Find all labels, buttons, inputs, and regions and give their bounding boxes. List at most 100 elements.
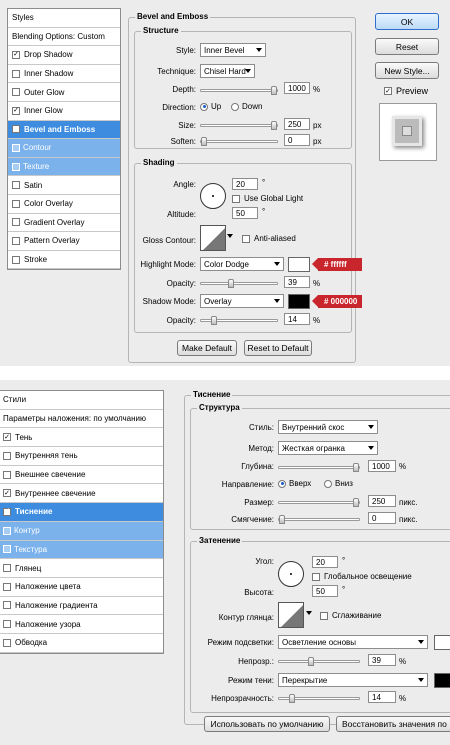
highlight-opacity-input-ru[interactable]: 39 (368, 654, 396, 666)
highlight-mode-select-ru[interactable]: Осветление основы (278, 635, 428, 649)
list-item[interactable]: Texture (8, 157, 120, 177)
checkbox[interactable] (12, 199, 20, 208)
list-item[interactable]: ✓ Внутреннее свечение (0, 484, 163, 504)
checkbox[interactable] (12, 181, 20, 190)
highlight-mode-select[interactable]: Color Dodge (200, 257, 284, 271)
list-item[interactable]: Outer Glow (8, 83, 120, 102)
radio-down-ru[interactable] (324, 479, 332, 488)
gloss-contour-preview[interactable] (200, 225, 226, 251)
list-item[interactable]: Обводка (0, 634, 163, 653)
list-item[interactable]: Контур (0, 521, 163, 541)
altitude-input[interactable]: 50 (232, 207, 258, 219)
list-item[interactable]: ✓ Тень (0, 428, 163, 448)
shadow-mode-select[interactable]: Overlay (200, 294, 284, 308)
checkbox[interactable] (3, 526, 11, 535)
checkbox[interactable] (3, 620, 11, 629)
hl-opacity-knob-ru[interactable] (308, 657, 314, 666)
depth-knob-ru[interactable] (353, 463, 359, 472)
ok-button[interactable]: OK (375, 13, 439, 30)
checkbox[interactable] (12, 143, 20, 152)
angle-input[interactable]: 20 (232, 178, 258, 190)
list-item[interactable]: ✓ Тиснение (0, 503, 163, 522)
checkbox[interactable] (12, 255, 20, 264)
list-item[interactable]: ✓ Bevel and Emboss (8, 120, 120, 140)
checkbox[interactable] (12, 218, 20, 227)
hl-opacity-knob[interactable] (228, 279, 234, 288)
direction-up-ru[interactable]: Вверх (278, 479, 311, 488)
highlight-opacity-slider[interactable] (200, 279, 278, 288)
list-item[interactable]: Gradient Overlay (8, 214, 120, 233)
direction-up[interactable]: Up (200, 102, 221, 111)
technique-select-ru[interactable]: Жесткая огранка (278, 441, 378, 455)
depth-slider[interactable] (200, 86, 278, 95)
gloss-dropdown[interactable] (225, 230, 233, 244)
styles-header-ru[interactable]: Стили (0, 391, 163, 410)
checkmark-icon[interactable]: ✓ (3, 433, 11, 442)
soften-slider-ru[interactable] (278, 515, 360, 524)
checkbox[interactable] (242, 234, 250, 243)
checkbox[interactable] (3, 545, 11, 554)
list-item[interactable]: Внутренняя тень (0, 447, 163, 466)
sh-opacity-knob-ru[interactable] (289, 694, 295, 703)
soften-knob-ru[interactable] (279, 515, 285, 524)
shadow-color-swatch-ru[interactable] (434, 673, 450, 688)
checkbox[interactable] (3, 564, 11, 573)
size-slider[interactable] (200, 121, 278, 130)
gloss-dropdown-ru[interactable] (304, 607, 312, 621)
gloss-contour-preview-ru[interactable] (278, 602, 304, 628)
list-item[interactable]: Stroke (8, 251, 120, 270)
make-default-button[interactable]: Make Default (177, 340, 237, 356)
angle-dial[interactable] (200, 183, 226, 209)
checkbox[interactable] (12, 69, 20, 78)
list-item[interactable]: Глянец (0, 559, 163, 578)
depth-slider-ru[interactable] (278, 463, 360, 472)
depth-input-ru[interactable]: 1000 (368, 460, 396, 472)
list-item[interactable]: Наложение узора (0, 615, 163, 634)
checkbox[interactable] (312, 572, 320, 581)
angle-input-ru[interactable]: 20 (312, 556, 338, 568)
list-item[interactable]: Blending Options: Custom (8, 28, 120, 47)
shadow-color-swatch[interactable] (288, 294, 310, 309)
checkmark-icon[interactable]: ✓ (12, 50, 20, 59)
sh-opacity-knob[interactable] (211, 316, 217, 325)
highlight-color-swatch[interactable] (288, 257, 310, 272)
new-style-button[interactable]: New Style... (375, 62, 439, 79)
highlight-opacity-input[interactable]: 39 (284, 276, 310, 288)
styles-header[interactable]: Styles (8, 9, 120, 28)
soften-input[interactable]: 0 (284, 134, 310, 146)
list-item[interactable]: Contour (8, 139, 120, 158)
direction-down-ru[interactable]: Вниз (324, 479, 353, 488)
size-slider-ru[interactable] (278, 498, 360, 507)
list-item[interactable]: Inner Shadow (8, 65, 120, 84)
checkbox[interactable] (3, 638, 11, 647)
checkmark-icon[interactable]: ✓ (12, 125, 20, 134)
list-item[interactable]: Pattern Overlay (8, 232, 120, 251)
shadow-opacity-slider[interactable] (200, 316, 278, 325)
global-light-checkbox[interactable]: Use Global Light (232, 194, 303, 203)
list-item[interactable]: ✓ Inner Glow (8, 102, 120, 121)
list-item[interactable]: Текстура (0, 540, 163, 560)
depth-knob[interactable] (271, 86, 277, 95)
list-item[interactable]: Параметры наложения: по умолчанию (0, 410, 163, 429)
checkmark-icon[interactable]: ✓ (3, 507, 11, 516)
list-item[interactable]: Color Overlay (8, 195, 120, 214)
radio-down[interactable] (231, 102, 239, 111)
shadow-opacity-input-ru[interactable]: 14 (368, 691, 396, 703)
checkbox[interactable] (3, 601, 11, 610)
preview-checkbox[interactable]: ✓ Preview (384, 86, 428, 96)
technique-select[interactable]: Chisel Hard (200, 64, 255, 78)
radio-up-ru[interactable] (278, 479, 286, 488)
angle-dial-ru[interactable] (278, 561, 304, 587)
checkbox[interactable] (12, 236, 20, 245)
list-item[interactable]: Satin (8, 176, 120, 195)
list-item[interactable]: Внешнее свечение (0, 466, 163, 485)
checkbox[interactable] (3, 451, 11, 460)
checkbox[interactable] (12, 88, 20, 97)
shadow-opacity-slider-ru[interactable] (278, 694, 360, 703)
reset-button[interactable]: Reset (375, 38, 439, 55)
checkbox[interactable] (320, 611, 328, 620)
shadow-mode-select-ru[interactable]: Перекрытие (278, 673, 428, 687)
size-knob[interactable] (271, 121, 277, 130)
radio-up[interactable] (200, 102, 208, 111)
checkbox[interactable] (12, 162, 20, 171)
